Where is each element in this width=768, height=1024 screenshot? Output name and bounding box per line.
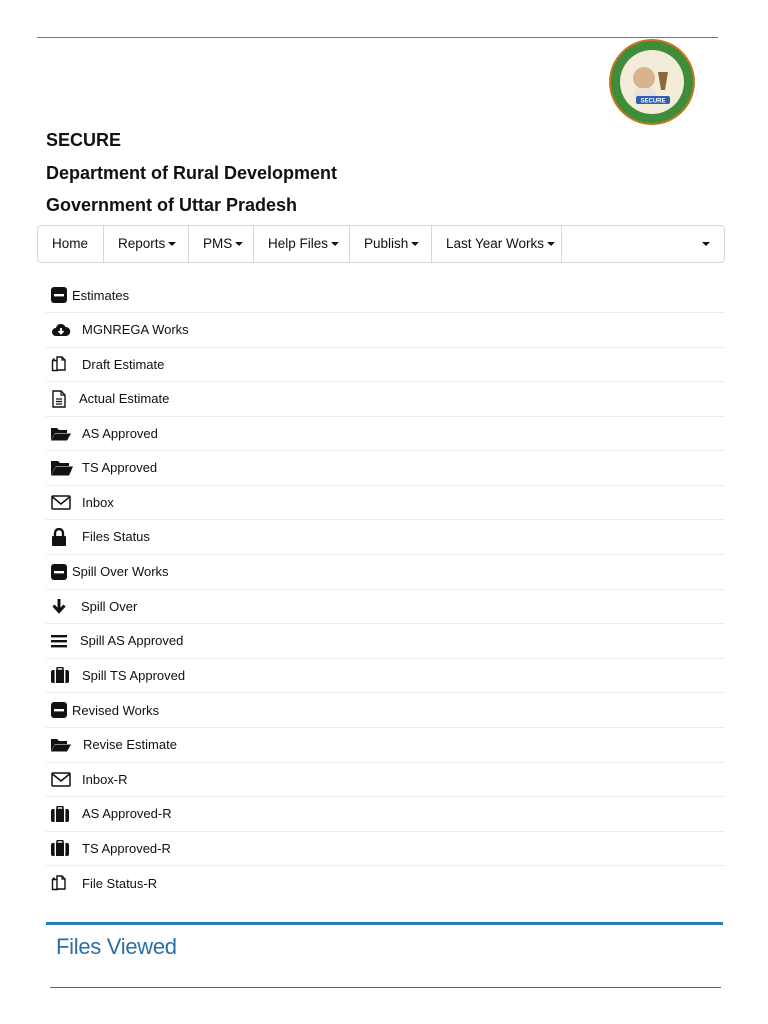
menu-item-revise-estimate[interactable]: Revise Estimate [46,728,724,763]
file-text-icon [46,390,79,408]
menu-item-as-approved-label: AS Approved [82,425,158,441]
nav-pms[interactable]: PMS [189,226,254,262]
menu-item-files-status-label: Files Status [82,529,150,545]
section-estimates-label: Estimates [72,287,130,303]
government-title: Government of Uttar Pradesh [46,195,298,215]
menu-item-spill-as-approved[interactable]: Spill AS Approved [46,624,724,659]
menu-item-actual-estimate-label: Actual Estimate [79,391,170,407]
minus-square-icon [46,702,72,718]
menu-item-file-status-r[interactable]: File Status-R [46,866,724,901]
caret-down-icon [168,242,177,246]
section-revised-works[interactable]: Revised Works [46,693,724,728]
briefcase-icon [46,840,82,857]
folder-open-icon [46,460,82,476]
menu-item-inbox-label: Inbox [82,494,114,510]
org-title: SECURE [46,130,122,150]
menu-item-inbox[interactable]: Inbox [46,486,724,520]
files-viewed-title: Files Viewed [56,934,177,959]
menu-item-as-approved-r[interactable]: AS Approved-R [46,797,724,832]
lock-icon [46,527,82,546]
nav-home-label: Home [52,236,89,251]
briefcase-icon [46,805,82,822]
menu-item-spill-over-label: Spill Over [81,598,138,614]
menu-item-as-approved-r-label: AS Approved-R [82,806,172,822]
cloud-download-icon [46,322,82,338]
menu-item-inbox-r[interactable]: Inbox-R [46,763,724,797]
nav-more-dropdown[interactable] [562,226,724,262]
nav-home[interactable]: Home [38,226,104,262]
menu-item-ts-approved-r-label: TS Approved-R [82,840,171,856]
arrow-down-icon [46,598,81,614]
folder-open-icon [46,737,83,752]
caret-down-icon [411,242,420,246]
caret-down-icon [547,242,556,246]
copy-icon [46,874,82,892]
caret-down-icon [331,242,340,246]
envelope-icon [46,495,82,510]
menu-item-mgnrega-works[interactable]: MGNREGA Works [46,313,724,348]
menu-item-file-status-r-label: File Status-R [82,875,158,891]
section-spill-over-works[interactable]: Spill Over Works [46,555,724,590]
caret-down-icon [702,242,710,246]
nav-publish[interactable]: Publish [350,226,432,262]
minus-square-icon [46,563,72,580]
logo-text: SECURE [640,99,665,105]
files-viewed-rule [46,922,723,925]
envelope-icon [46,772,82,787]
menu-item-mgnrega-works-label: MGNREGA Works [82,322,189,338]
folder-open-icon [46,426,82,441]
section-estimates[interactable]: Estimates [46,278,724,313]
side-menu: Estimates MGNREGA Works Draft Estimate A… [46,278,724,901]
nav-last-year-works[interactable]: Last Year Works [432,226,562,262]
nav-reports-label: Reports [118,236,166,251]
menu-item-ts-approved-r[interactable]: TS Approved-R [46,832,724,866]
minus-square-icon [46,287,72,303]
secure-logo: SECURE [606,38,698,126]
menu-item-spill-ts-approved[interactable]: Spill TS Approved [46,659,724,693]
menu-item-revise-estimate-label: Revise Estimate [83,737,177,753]
section-revised-works-label: Revised Works [72,702,160,718]
nav-last-year-works-label: Last Year Works [446,236,545,251]
menu-item-files-status[interactable]: Files Status [46,520,724,555]
menu-item-actual-estimate[interactable]: Actual Estimate [46,382,724,417]
menu-item-spill-ts-approved-label: Spill TS Approved [82,667,186,683]
nav-help-files-label: Help Files [268,236,329,251]
department-title: Department of Rural Development [46,163,338,183]
bottom-rule [50,987,721,988]
menu-item-spill-as-approved-label: Spill AS Approved [80,633,184,649]
menu-item-as-approved[interactable]: AS Approved [46,417,724,451]
briefcase-icon [46,667,82,684]
section-spill-over-works-label: Spill Over Works [72,564,169,579]
menu-item-draft-estimate[interactable]: Draft Estimate [46,348,724,382]
nav-help-files[interactable]: Help Files [254,226,350,262]
menu-item-spill-over[interactable]: Spill Over [46,590,724,624]
main-navbar: Home Reports PMS Help Files Publish Last… [37,225,725,263]
copy-icon [46,355,82,373]
nav-publish-label: Publish [364,236,409,251]
nav-reports[interactable]: Reports [104,226,189,262]
menu-item-draft-estimate-label: Draft Estimate [82,356,165,372]
list-icon [46,634,80,648]
menu-item-inbox-r-label: Inbox-R [82,771,128,787]
menu-item-ts-approved[interactable]: TS Approved [46,451,724,486]
nav-pms-label: PMS [203,236,233,251]
caret-down-icon [235,242,244,246]
menu-item-ts-approved-label: TS Approved [82,460,158,476]
